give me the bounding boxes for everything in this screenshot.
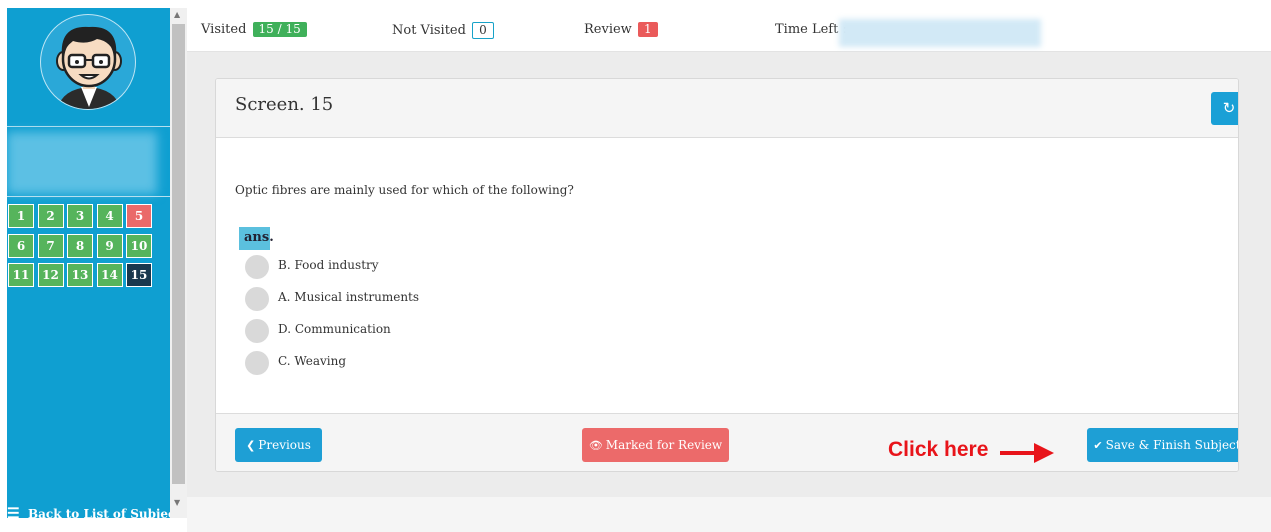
screen-title: Screen. 15 [235, 94, 334, 115]
marked-review-label: Marked for Review [605, 438, 723, 452]
review-stat: Review 1 [584, 22, 658, 37]
question-button-9[interactable]: 9 [96, 233, 123, 258]
divider [7, 196, 170, 197]
time-left-value-blurred [839, 19, 1041, 47]
question-button-14[interactable]: 14 [96, 263, 123, 287]
review-label: Review [584, 22, 632, 37]
scrollbar[interactable]: ▲ ▼ [170, 8, 187, 518]
eye-icon: 👁 [588, 439, 603, 452]
scrollbar-thumb[interactable] [172, 24, 185, 484]
divider [7, 126, 170, 127]
refresh-icon: ↻ [1222, 99, 1236, 117]
marked-for-review-button[interactable]: 👁 Marked for Review [582, 428, 729, 462]
option-label: B. Food industry [278, 258, 379, 272]
profile-info-blurred [7, 132, 157, 194]
question-panel: Screen. 15 ↻ Optic fibres are mainly use… [215, 78, 1239, 472]
avatar [40, 14, 136, 126]
not-visited-stat: Not Visited 0 [392, 22, 494, 39]
question-button-1[interactable]: 1 [8, 204, 34, 228]
sidebar: 1 2 3 4 5 6 7 8 9 10 11 12 13 14 15 ☰ Back to List of S… [7, 8, 170, 518]
refresh-button[interactable]: ↻ [1211, 92, 1238, 125]
check-circle-icon: ✔ [1093, 439, 1103, 452]
back-link-label: Back to List of Subjects [28, 507, 170, 518]
question-button-5[interactable]: 5 [126, 204, 152, 228]
review-badge: 1 [637, 22, 658, 37]
back-to-subjects-link[interactable]: ☰ Back to List of Subjects [7, 506, 170, 518]
question-button-12[interactable]: 12 [37, 263, 64, 287]
question-button-3[interactable]: 3 [67, 204, 93, 228]
radio-button[interactable] [245, 319, 269, 343]
question-button-6[interactable]: 6 [8, 233, 34, 258]
visited-label: Visited [201, 22, 247, 37]
option-label: A. Musical instruments [278, 290, 420, 304]
red-arrow-icon [1000, 443, 1054, 463]
question-button-8[interactable]: 8 [67, 233, 93, 258]
question-text: Optic fibres are mainly used for which o… [235, 183, 574, 197]
save-finish-label: Save & Finish Subject [1105, 438, 1239, 452]
panel-header: Screen. 15 ↻ [216, 79, 1238, 138]
page-footer [187, 497, 1271, 532]
not-visited-label: Not Visited [392, 23, 466, 38]
previous-button[interactable]: ❮ Previous [235, 428, 322, 462]
time-left-stat: Time Left : [775, 22, 847, 37]
question-button-11[interactable]: 11 [8, 263, 34, 287]
option-label: D. Communication [278, 322, 391, 336]
click-here-annotation: Click here [888, 438, 989, 461]
radio-button[interactable] [245, 287, 269, 311]
bars-icon: ☰ [7, 506, 20, 518]
scroll-down-arrow-icon[interactable]: ▼ [174, 498, 180, 507]
radio-button[interactable] [245, 255, 269, 279]
option-label: C. Weaving [278, 354, 347, 368]
question-button-15[interactable]: 15 [126, 263, 152, 287]
question-button-7[interactable]: 7 [37, 233, 64, 258]
status-bar: Visited 15 / 15 Not Visited 0 Review 1 T… [187, 8, 1271, 52]
panel-footer: ❮ Previous 👁 Marked for Review ✔ Save & Fin… [216, 413, 1239, 471]
main-content: Screen. 15 ↻ Optic fibres are mainly use… [187, 52, 1271, 497]
question-button-2[interactable]: 2 [37, 204, 64, 228]
time-left-label: Time Left : [775, 22, 847, 37]
visited-stat: Visited 15 / 15 [201, 22, 307, 37]
not-visited-badge: 0 [472, 22, 494, 39]
visited-badge: 15 / 15 [252, 22, 307, 37]
question-button-10[interactable]: 10 [126, 233, 152, 258]
previous-label: Previous [258, 438, 311, 452]
save-finish-subject-button[interactable]: ✔ Save & Finish Subject [1087, 428, 1239, 462]
scroll-up-arrow-icon[interactable]: ▲ [174, 10, 180, 19]
question-button-13[interactable]: 13 [67, 263, 93, 287]
answer-label: ans. [239, 227, 274, 250]
chevron-left-circle-icon: ❮ [246, 439, 256, 452]
question-button-4[interactable]: 4 [96, 204, 123, 228]
radio-button[interactable] [245, 351, 269, 375]
